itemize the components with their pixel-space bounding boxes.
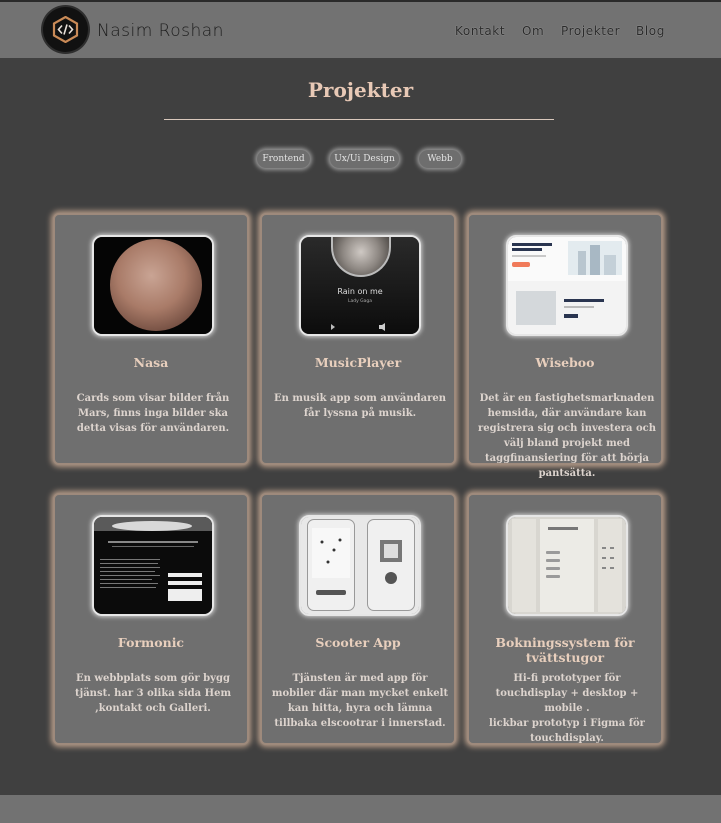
- nav-link-kontakt[interactable]: Kontakt: [455, 24, 505, 38]
- project-title: Scooter App: [315, 635, 401, 650]
- nav-link-projekter[interactable]: Projekter: [561, 24, 620, 38]
- project-thumbnail[interactable]: Rain on me Lady Gaga: [299, 235, 421, 336]
- project-title: MusicPlayer: [314, 355, 402, 370]
- project-card-formonic[interactable]: Formonic En webbplats som gör bygg tjäns…: [53, 493, 249, 745]
- prototype-screenshot: [512, 519, 622, 612]
- project-title: Bokningssystem för tvättstugor: [495, 635, 635, 665]
- nav-link-om[interactable]: Om: [522, 24, 544, 38]
- project-card-musicplayer[interactable]: Rain on me Lady Gaga MusicPlayer En musi…: [260, 213, 456, 465]
- project-title: Wiseboo: [535, 355, 595, 370]
- project-title: Nasa: [133, 355, 169, 370]
- page-title: Projekter: [307, 78, 414, 102]
- project-thumbnail[interactable]: [92, 515, 214, 616]
- project-thumbnail[interactable]: [506, 515, 628, 616]
- filter-uxui-button[interactable]: Ux/Ui Design: [330, 150, 399, 168]
- website-screenshot: [94, 517, 212, 601]
- thumb-song-title: Rain on me: [337, 287, 383, 296]
- nav-link-blog[interactable]: Blog: [636, 24, 665, 38]
- phone-mockup-scan: [367, 519, 415, 611]
- project-description: Hi-fi prototyper för touchdisplay + desk…: [489, 673, 645, 744]
- project-description: Tjänsten är med app för mobiler där man …: [271, 673, 449, 729]
- project-description: Det är en fastighetsmarknaden hemsida, d…: [477, 393, 657, 479]
- title-divider: [164, 119, 554, 120]
- phone-mockup-map: [307, 519, 355, 611]
- thumb-artist: Lady Gaga: [347, 299, 373, 304]
- project-card-nasa[interactable]: Nasa Cards som visar bilder från Mars, f…: [53, 213, 249, 465]
- project-description: En musik app som användaren får lyssna p…: [273, 393, 447, 419]
- website-screenshot: [508, 241, 626, 334]
- project-thumbnail[interactable]: [92, 235, 214, 336]
- project-description: Cards som visar bilder från Mars, finns …: [76, 393, 230, 434]
- site-header: Nasim Roshan Kontakt Om Projekter Blog: [0, 0, 721, 58]
- mars-image: [110, 239, 202, 331]
- project-card-wiseboo[interactable]: Wiseboo Det är en fastighetsmarknaden he…: [467, 213, 663, 479]
- project-card-bokningssystem[interactable]: Bokningssystem för tvättstugor Hi-fi pro…: [467, 493, 663, 745]
- main-nav: Kontakt Om Projekter Blog: [0, 24, 721, 40]
- project-description: En webbplats som gör bygg tjänst. har 3 …: [74, 673, 232, 714]
- project-thumbnail[interactable]: [299, 515, 421, 616]
- filter-frontend-button[interactable]: Frontend: [257, 150, 310, 168]
- project-title: Formonic: [117, 635, 185, 650]
- project-thumbnail[interactable]: [506, 235, 628, 336]
- filter-webb-button[interactable]: Webb: [419, 150, 461, 168]
- site-footer: [0, 795, 721, 823]
- project-card-scooter-app[interactable]: Scooter App Tjänsten är med app för mobi…: [260, 493, 456, 745]
- player-controls-icon: [331, 323, 385, 331]
